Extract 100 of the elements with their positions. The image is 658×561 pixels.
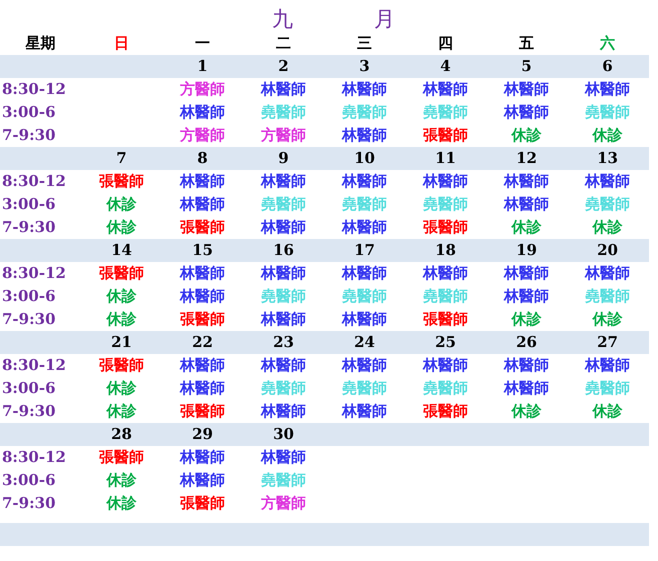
date-number: 16	[272, 243, 295, 258]
schedule-entry: 林醫師	[342, 220, 387, 235]
schedule-entry: 方醫師	[180, 82, 225, 97]
date-number: 25	[434, 335, 457, 350]
schedule-entry: 林醫師	[180, 358, 225, 373]
schedule-entry: 方醫師	[261, 128, 306, 143]
schedule-entry: 林醫師	[504, 381, 549, 396]
schedule-entry: 休診	[106, 381, 136, 396]
schedule-entry: 休診	[106, 473, 136, 488]
schedule-entry: 林醫師	[504, 82, 549, 97]
time-slot-label: 8:30-12	[1, 266, 67, 281]
schedule-entry: 張醫師	[423, 312, 468, 327]
date-number: 26	[515, 335, 538, 350]
schedule-entry: 林醫師	[180, 105, 225, 120]
weekday-header: 三	[356, 36, 373, 51]
schedule-entry: 堯醫師	[585, 105, 630, 120]
date-number: 1	[196, 59, 209, 74]
date-number: 3	[358, 59, 371, 74]
schedule-entry: 堯醫師	[423, 289, 468, 304]
time-slot-label: 7-9:30	[1, 404, 57, 419]
time-slot-label: 3:00-6	[1, 197, 57, 212]
schedule-entry: 林醫師	[261, 220, 306, 235]
schedule-entry: 張醫師	[423, 220, 468, 235]
schedule-entry: 堯醫師	[342, 381, 387, 396]
weekday-header: 六	[598, 36, 616, 51]
schedule-entry: 張醫師	[180, 404, 225, 419]
weekday-header: 二	[275, 36, 292, 51]
time-slot-label: 7-9:30	[1, 128, 57, 143]
schedule-entry: 休診	[106, 312, 136, 327]
schedule-entry: 林醫師	[504, 358, 549, 373]
schedule-entry: 林醫師	[180, 450, 225, 465]
schedule-entry: 林醫師	[423, 82, 468, 97]
schedule-entry: 休診	[512, 128, 542, 143]
date-number: 27	[596, 335, 619, 350]
time-slot-label: 3:00-6	[1, 381, 57, 396]
schedule-entry: 林醫師	[504, 105, 549, 120]
schedule-entry: 休診	[106, 289, 136, 304]
schedule-entry: 林醫師	[342, 266, 387, 281]
schedule-entry: 張醫師	[99, 450, 144, 465]
schedule-entry: 林醫師	[180, 473, 225, 488]
schedule-entry: 休診	[106, 496, 136, 511]
schedule-entry: 林醫師	[504, 197, 549, 212]
schedule-entry: 休診	[592, 312, 622, 327]
schedule-entry: 堯醫師	[585, 381, 630, 396]
schedule-entry: 林醫師	[342, 82, 387, 97]
schedule-entry: 休診	[592, 128, 622, 143]
date-number: 5	[520, 59, 533, 74]
schedule-entry: 堯醫師	[261, 105, 306, 120]
schedule-entry: 林醫師	[261, 174, 306, 189]
date-number: 6	[601, 59, 614, 74]
schedule-entry: 林醫師	[423, 358, 468, 373]
date-number: 28	[110, 427, 133, 442]
weekday-header: 五	[518, 36, 535, 51]
date-number: 21	[110, 335, 133, 350]
time-slot-label: 8:30-12	[1, 450, 67, 465]
time-slot-label: 7-9:30	[1, 220, 57, 235]
schedule-entry: 林醫師	[180, 197, 225, 212]
schedule-entry: 堯醫師	[585, 289, 630, 304]
schedule-entry: 林醫師	[585, 82, 630, 97]
weekday-header: 星期	[24, 36, 56, 51]
schedule-entry: 張醫師	[423, 404, 468, 419]
schedule-entry: 張醫師	[180, 312, 225, 327]
schedule-entry: 林醫師	[180, 266, 225, 281]
date-number: 10	[353, 151, 376, 166]
time-slot-label: 7-9:30	[1, 312, 57, 327]
schedule-entry: 休診	[592, 220, 622, 235]
date-number: 15	[191, 243, 214, 258]
schedule-entry: 林醫師	[342, 404, 387, 419]
schedule-entry: 林醫師	[423, 266, 468, 281]
schedule-entry: 張醫師	[99, 174, 144, 189]
schedule-entry: 張醫師	[99, 358, 144, 373]
date-number: 13	[596, 151, 619, 166]
date-number: 14	[110, 243, 133, 258]
schedule-entry: 林醫師	[342, 128, 387, 143]
date-number: 2	[277, 59, 290, 74]
schedule-entry: 堯醫師	[423, 381, 468, 396]
schedule-entry: 林醫師	[342, 174, 387, 189]
schedule-entry: 張醫師	[99, 266, 144, 281]
schedule-entry: 休診	[512, 312, 542, 327]
schedule-entry: 休診	[512, 220, 542, 235]
schedule-entry: 林醫師	[261, 266, 306, 281]
schedule-entry: 林醫師	[261, 358, 306, 373]
schedule-entry: 林醫師	[180, 381, 225, 396]
date-number: 30	[272, 427, 295, 442]
date-number: 11	[434, 151, 457, 166]
schedule-entry: 林醫師	[504, 289, 549, 304]
schedule-entry: 林醫師	[261, 450, 306, 465]
schedule-entry: 堯醫師	[342, 105, 387, 120]
schedule-entry: 林醫師	[585, 174, 630, 189]
schedule-entry: 堯醫師	[261, 473, 306, 488]
date-number: 19	[515, 243, 538, 258]
date-number: 12	[515, 151, 538, 166]
time-slot-label: 7-9:30	[1, 496, 57, 511]
time-slot-label: 8:30-12	[1, 174, 67, 189]
date-number: 18	[434, 243, 457, 258]
schedule-entry: 休診	[106, 220, 136, 235]
schedule-entry: 林醫師	[504, 266, 549, 281]
date-number: 4	[439, 59, 452, 74]
schedule-entry: 張醫師	[423, 128, 468, 143]
schedule-entry: 堯醫師	[585, 197, 630, 212]
